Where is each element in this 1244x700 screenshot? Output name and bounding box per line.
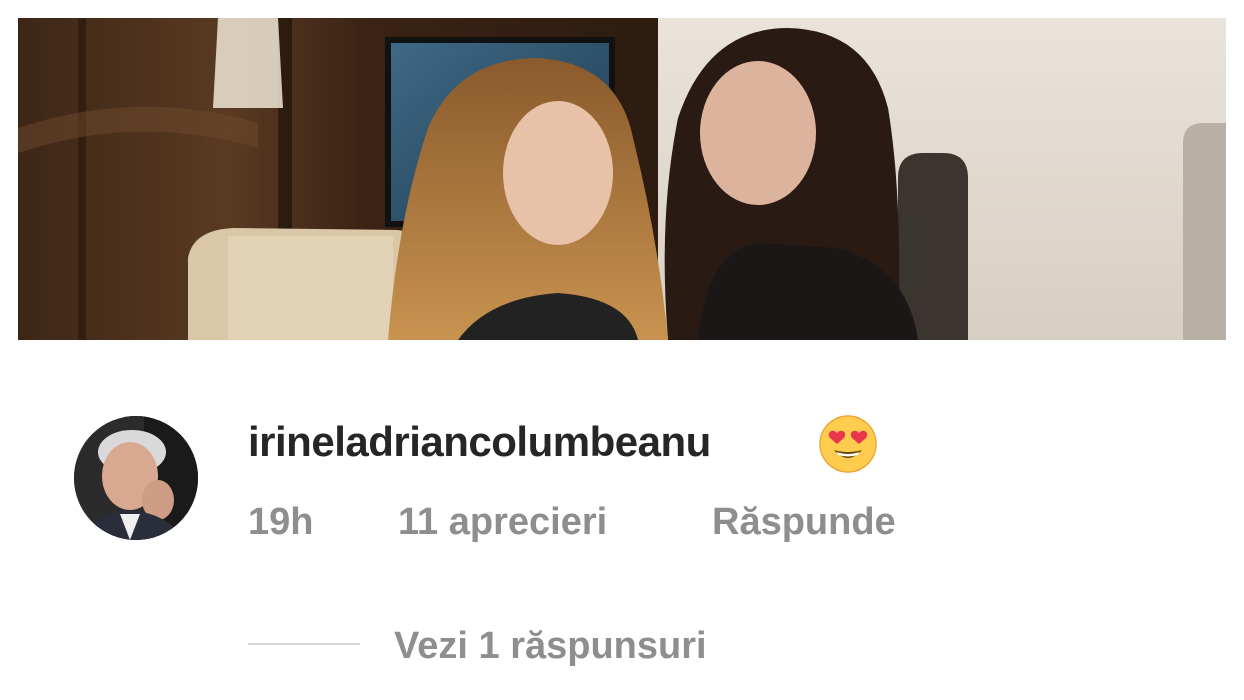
post-photo[interactable] xyxy=(18,18,1226,340)
reply-button[interactable]: Răspunde xyxy=(712,496,896,548)
comment-likes-count[interactable]: 11 aprecieri xyxy=(398,496,607,548)
heart-eyes-emoji-icon xyxy=(818,414,878,474)
commenter-username[interactable]: irineladriancolumbeanu xyxy=(248,414,711,470)
comment-timestamp: 19h xyxy=(248,501,314,543)
replies-divider-line xyxy=(248,643,360,645)
view-replies-button[interactable]: Vezi 1 răspunsuri xyxy=(394,620,707,672)
commenter-avatar[interactable] xyxy=(74,416,198,540)
